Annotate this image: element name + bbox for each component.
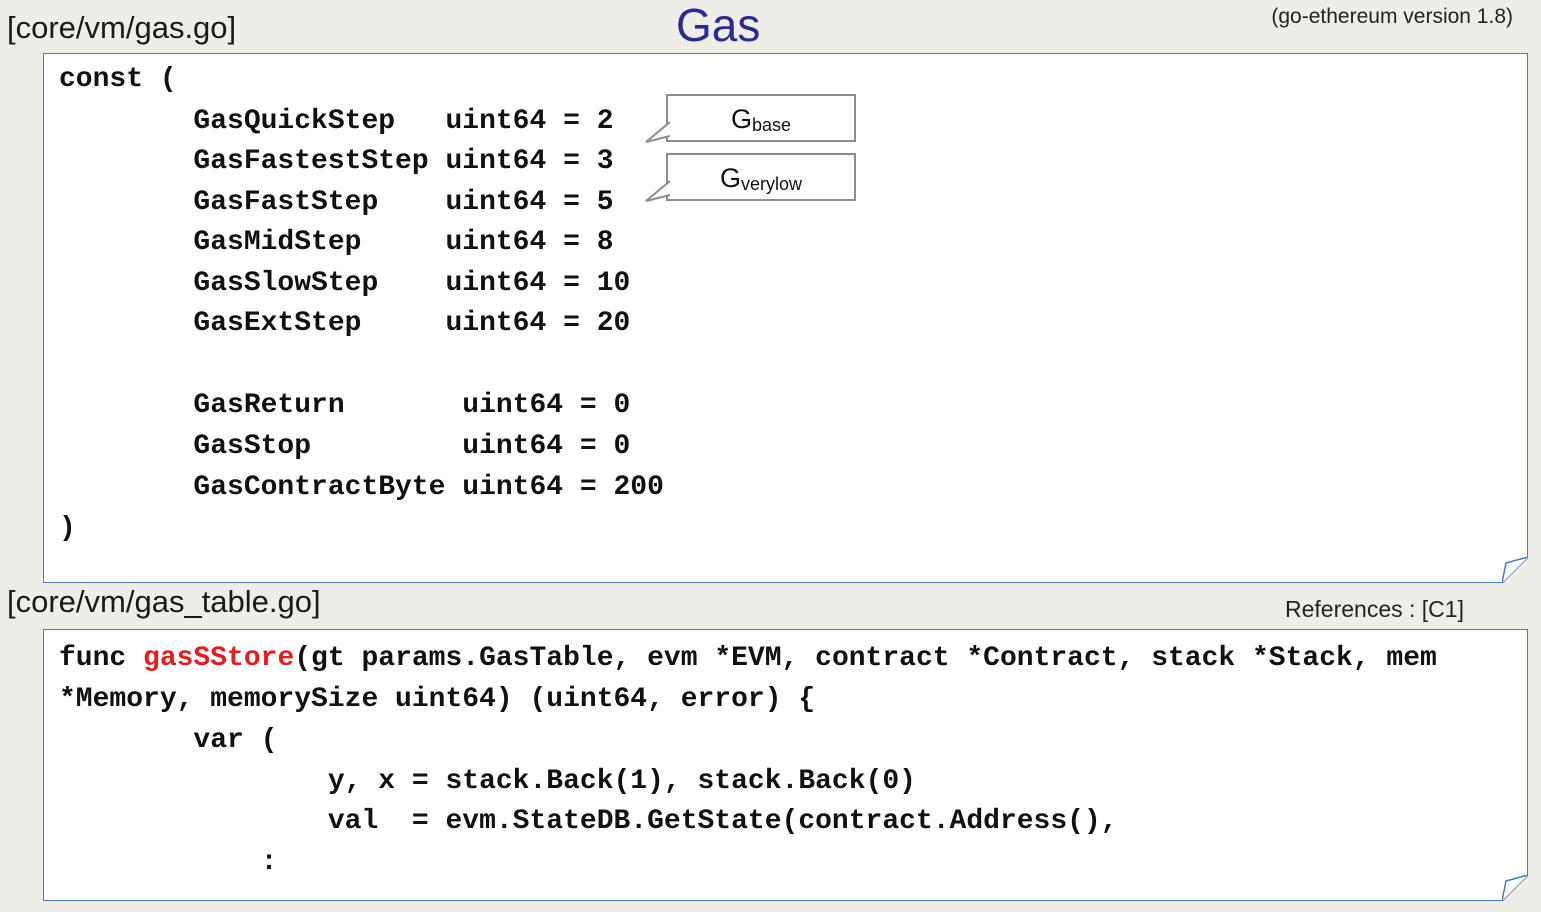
code-line: GasMidStep uint64 = 8 [59, 227, 614, 258]
version-note: (go-ethereum version 1.8) [1271, 5, 1513, 28]
file-path-gas-table-go: [core/vm/gas_table.go] [7, 584, 321, 619]
code-keyword: func [59, 643, 144, 674]
callout-subscript: verylow [741, 174, 803, 194]
code-line: GasReturn uint64 = 0 [59, 390, 631, 421]
callout-symbol: Gverylow [719, 163, 803, 194]
code-line: ) [59, 513, 76, 544]
callout-g-verylow: Gverylow [645, 153, 856, 202]
code-line: y, x = stack.Back(1), stack.Back(0) [59, 766, 916, 797]
code-line: const ( [59, 64, 177, 95]
code-line-signature: func gasSStore(gt params.GasTable, evm *… [59, 643, 1437, 675]
code-line: GasExtStep uint64 = 20 [59, 308, 631, 339]
code-line: *Memory, memorySize uint64) (uint64, err… [59, 684, 816, 715]
code-line: var ( [59, 725, 278, 756]
code-line: GasSlowStep uint64 = 10 [59, 268, 631, 299]
code-line: GasQuickStep uint64 = 2 [59, 106, 614, 137]
code-line: val = evm.StateDB.GetState(contract.Addr… [59, 806, 1118, 837]
code-line-ellipsis: : [59, 847, 278, 878]
callout-g-base: Gbase [645, 94, 856, 143]
code-line: GasFastestStep uint64 = 3 [59, 146, 614, 177]
code-params: (gt params.GasTable, evm *EVM, contract … [294, 643, 1437, 674]
callout-pointer-icon [645, 180, 671, 202]
callout-subscript: base [751, 115, 792, 135]
function-name-highlight: gasSStore [143, 643, 295, 674]
callout-symbol: Gbase [730, 104, 792, 135]
file-path-gas-go: [core/vm/gas.go] [7, 10, 237, 45]
code-line: GasFastStep uint64 = 5 [59, 187, 614, 218]
code-line: GasContractByte uint64 = 200 [59, 472, 664, 503]
page-fold-icon [1502, 557, 1528, 583]
callout-pointer-icon [645, 121, 671, 143]
page-title: Gas [676, 0, 761, 51]
page-fold-icon [1502, 875, 1528, 901]
references-note: References : [C1] [1285, 596, 1464, 622]
code-line: GasStop uint64 = 0 [59, 431, 631, 462]
code-block-gas-sstore: func gasSStore(gt params.GasTable, evm *… [43, 629, 1528, 901]
